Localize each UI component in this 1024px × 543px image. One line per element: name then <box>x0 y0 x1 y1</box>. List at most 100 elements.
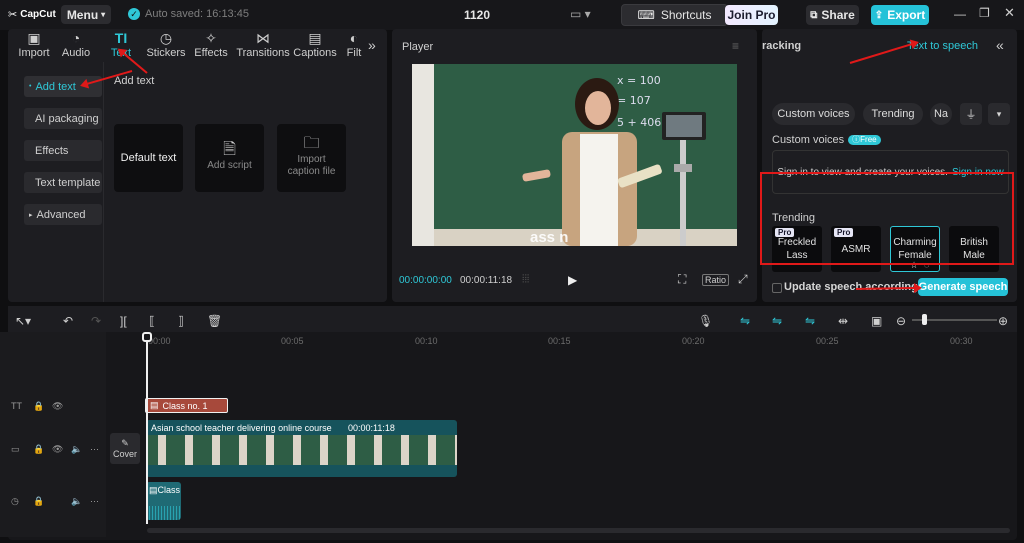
playhead-handle[interactable] <box>142 332 152 342</box>
split-left-icon[interactable]: ⟦ <box>149 314 155 328</box>
captions-icon: ▤ <box>308 30 322 46</box>
audio-clip[interactable]: ▤Class <box>146 482 181 520</box>
timeline-scrollbar[interactable] <box>147 528 1010 533</box>
more-icon[interactable]: ⋯ <box>90 444 99 455</box>
link-icon[interactable]: ⇋ <box>772 314 782 328</box>
fullscreen-crop-icon[interactable]: ⛶ <box>678 272 686 287</box>
share-button[interactable]: ⧉ Share <box>806 5 859 25</box>
magnet-icon[interactable]: ⇋ <box>740 314 750 328</box>
sticker-icon: ◷ <box>159 30 173 46</box>
video-preview[interactable]: x = 100 = 107 5 + 406 ass n <box>412 64 737 246</box>
project-title: 1120 <box>464 8 491 22</box>
text-clip[interactable]: ▤ Class no. 1 <box>145 398 228 413</box>
ruler-tick: 00:15 <box>548 336 571 346</box>
eye-icon[interactable]: 👁 <box>52 401 63 412</box>
current-time: 00:00:00:00 <box>399 275 452 286</box>
lock-icon[interactable]: 🔒 <box>33 444 44 455</box>
split-icon[interactable]: ][ <box>120 314 127 328</box>
video-thumbnails <box>146 435 457 465</box>
tab-transitions[interactable]: ⋈ Transitions <box>236 29 289 61</box>
free-badge: ⓘFree <box>848 135 881 145</box>
more-icon[interactable]: ⋯ <box>90 496 99 507</box>
player-title: Player <box>402 41 434 53</box>
zoom-in-icon[interactable]: ⊕ <box>998 314 1008 328</box>
sidebar-item-add-text[interactable]: • Add text <box>24 76 102 97</box>
caption-toggle-icon[interactable]: ▣ <box>871 314 882 328</box>
player-panel: Player ≡ x = 100 = 107 5 + 406 ass n 00:… <box>392 29 757 302</box>
check-icon: ✓ <box>128 8 140 20</box>
lock-icon[interactable]: 🔒 <box>33 401 44 412</box>
folder-icon: 🗀 <box>303 135 320 152</box>
zoom-out-icon[interactable]: ⊖ <box>896 314 906 328</box>
tab-tracking[interactable]: racking <box>762 40 801 52</box>
tab-filters[interactable]: ◐ Filt <box>338 29 370 61</box>
cover-button[interactable]: ✎ Cover <box>110 433 140 464</box>
chevron-down-icon: ▾ <box>101 10 106 19</box>
tab-bar: ▣Import ◔Audio TIText ◷Stickers ✧Effects… <box>8 29 387 61</box>
svg-text:= 107: = 107 <box>617 94 651 107</box>
filter-trending[interactable]: Trending <box>863 103 923 125</box>
lock-icon[interactable]: 🔒 <box>33 496 44 507</box>
tab-captions[interactable]: ▤ Captions <box>289 29 341 61</box>
sidebar-divider <box>103 62 104 302</box>
custom-voices-heading: Custom voices ⓘFree <box>772 134 881 146</box>
sidebar-item-advanced[interactable]: ▸ Advanced <box>24 204 102 225</box>
timeline-markers-icon: ⦙⦙⦙ <box>522 273 530 285</box>
sidebar-item-text-template[interactable]: Text template <box>24 172 102 193</box>
menu-icon[interactable]: ≡ <box>732 39 739 53</box>
classroom-scene: x = 100 = 107 5 + 406 <box>412 64 737 246</box>
upload-icon: ⇪ <box>874 9 884 21</box>
volume-icon[interactable]: 🔈 <box>71 496 82 507</box>
ruler-tick: 00:10 <box>415 336 438 346</box>
video-clip-title: Asian school teacher delivering online c… <box>151 423 332 433</box>
shortcuts-button[interactable]: ⌨ Shortcuts <box>621 4 728 26</box>
chevron-down-icon[interactable]: ▾ <box>988 103 1010 125</box>
sidebar-item-ai-packaging[interactable]: AI packaging <box>24 108 102 129</box>
add-script-tile[interactable]: 🗎 Add script <box>195 124 264 192</box>
microphone-icon[interactable]: 🎙 <box>698 314 713 328</box>
align-icon[interactable]: ⇹ <box>838 314 848 328</box>
generate-speech-button[interactable]: Generate speech <box>918 278 1008 296</box>
tts-panel: racking Text to speech « Custom voices T… <box>760 29 1017 302</box>
volume-icon[interactable]: 🔈 <box>71 444 82 455</box>
undo-icon[interactable]: ↶ <box>63 314 73 328</box>
delete-icon[interactable]: 🗑 <box>207 314 222 328</box>
expand-icon[interactable]: ⤢ <box>738 272 748 287</box>
import-caption-tile[interactable]: 🗀 Import caption file <box>277 124 346 192</box>
sidebar-item-effects[interactable]: Effects <box>24 140 102 161</box>
restore-icon[interactable]: ❐ <box>979 6 990 20</box>
layout-icon[interactable]: ▭ ▾ <box>570 7 591 21</box>
split-right-icon[interactable]: ⟧ <box>178 314 184 328</box>
edit-icon: ✎ <box>121 438 129 448</box>
zoom-slider-handle[interactable] <box>922 314 927 325</box>
filter-custom-voices[interactable]: Custom voices <box>772 103 855 125</box>
ratio-button[interactable]: Ratio <box>702 274 730 286</box>
tab-effects[interactable]: ✧ Effects <box>185 29 237 61</box>
keyboard-icon: ⌨ <box>637 8 655 22</box>
menu-button[interactable]: Menu ▾ <box>61 5 111 24</box>
preview-axis-icon[interactable]: ⇋ <box>805 314 815 328</box>
default-text-tile[interactable]: Default text <box>114 124 183 192</box>
filter-next[interactable]: Na <box>930 103 952 125</box>
trending-highlight-box <box>760 172 1014 265</box>
eye-icon[interactable]: 👁 <box>52 444 63 455</box>
effects-icon: ✧ <box>205 30 217 46</box>
collapse-icon[interactable]: « <box>996 37 1004 53</box>
timeline-toolbar <box>8 306 1017 332</box>
playhead[interactable] <box>146 334 148 524</box>
play-icon[interactable]: ▶ <box>568 273 577 287</box>
close-icon[interactable]: ✕ <box>1004 5 1015 21</box>
join-pro-button[interactable]: Join Pro <box>725 5 778 25</box>
bullet-icon: • <box>29 83 32 90</box>
update-speech-checkbox[interactable] <box>772 283 782 293</box>
video-clip[interactable]: Asian school teacher delivering online c… <box>146 420 457 477</box>
redo-icon[interactable]: ↷ <box>91 314 101 328</box>
export-button[interactable]: ⇪ Export <box>871 5 929 25</box>
select-tool-icon[interactable]: ↖▾ <box>15 314 31 328</box>
filter-icon[interactable]: ⏚ <box>960 103 982 125</box>
minimize-icon[interactable]: — <box>954 7 966 21</box>
total-time: 00:00:11:18 <box>460 275 513 286</box>
video-clip-duration: 00:00:11:18 <box>348 423 395 433</box>
more-tabs-icon[interactable]: » <box>368 37 376 53</box>
ruler-tick: 00:25 <box>816 336 839 346</box>
